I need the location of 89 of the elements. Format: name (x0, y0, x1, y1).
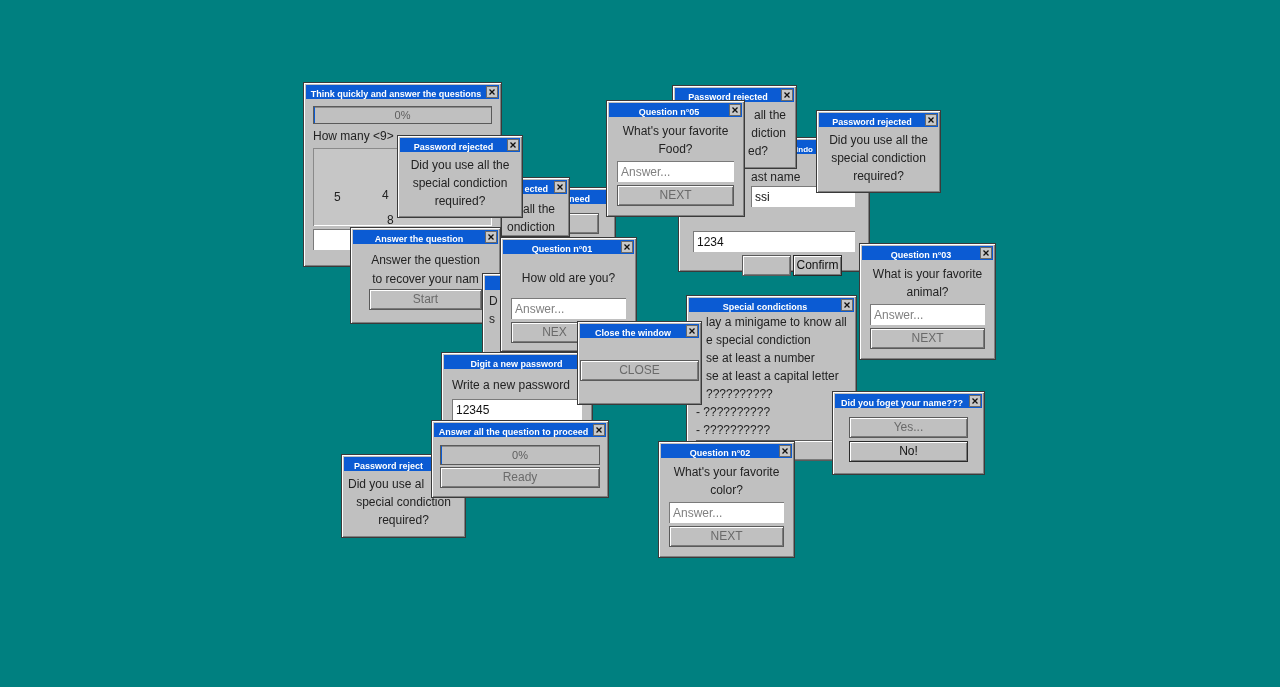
dialog-text: special condiction (355, 494, 452, 511)
window-title: Question n°05 (638, 107, 700, 117)
dialog-button[interactable]: No! (849, 441, 968, 462)
window-title: Did you foget your name??? (841, 398, 963, 408)
dialog-text: s (489, 311, 495, 328)
dialog-text: se at least a number (705, 350, 816, 367)
close-icon (489, 89, 495, 95)
window-title: Password reject (354, 461, 424, 471)
close-icon (784, 92, 790, 98)
close-button[interactable] (980, 247, 992, 259)
window-title: Answer all the question to proceed (438, 427, 589, 437)
window-title: Special condictions (722, 302, 808, 312)
dialog-text: special condiction (411, 175, 509, 192)
dialog-text: special condiction (830, 150, 927, 167)
input-field[interactable]: Answer... (870, 304, 985, 325)
dialog-text: diction (751, 125, 786, 142)
dialog-text: Did you use al (348, 476, 426, 493)
input-field[interactable]: Answer... (511, 298, 626, 319)
input-field[interactable]: 1234 (693, 231, 855, 252)
progress-label: 0% (511, 447, 529, 463)
dialog-text: How many <9> (313, 128, 395, 145)
close-button[interactable] (554, 181, 566, 193)
close-button[interactable] (925, 114, 937, 126)
close-button[interactable] (781, 89, 793, 101)
dialog-text: all the (753, 107, 786, 124)
close-icon (972, 398, 978, 404)
dialog-text: Did you use all the (409, 157, 511, 174)
close-icon (983, 250, 989, 256)
close-icon (510, 142, 516, 148)
close-button[interactable] (779, 445, 791, 457)
close-icon (689, 328, 695, 334)
dialog-text: all the (522, 201, 555, 218)
close-button[interactable] (969, 395, 981, 407)
dialog-button[interactable]: Confirm (793, 255, 842, 276)
dialog-text: ed? (747, 143, 768, 160)
number-text: 5 (334, 189, 341, 206)
close-icon (624, 244, 630, 250)
dialog-text: required? (433, 193, 487, 210)
close-button[interactable] (486, 86, 498, 98)
number-text: 4 (382, 187, 389, 204)
window-title: Question n°01 (531, 244, 593, 254)
close-button[interactable] (507, 139, 519, 151)
dialog-text: lay a minigame to know all (705, 314, 847, 331)
window-title: Think quickly and answer the questions (310, 89, 482, 99)
close-button[interactable] (686, 325, 698, 337)
dialog-text: e special condiction (705, 332, 812, 349)
close-icon (596, 427, 602, 433)
dialog-text: se at least a capital letter (705, 368, 840, 385)
window-title: Password rejected (413, 142, 494, 152)
close-icon (557, 184, 563, 190)
dialog-text: What's your favorite color? (672, 464, 781, 499)
close-button[interactable] (729, 104, 741, 116)
dialog-text: - ?????????? (696, 404, 772, 421)
window-title: indo (796, 145, 813, 154)
dialog-text: to recover your nam (371, 271, 480, 288)
input-field[interactable]: 12345 (452, 399, 582, 420)
window-title: Password rejected (688, 92, 768, 102)
dialog-text: ast name (750, 169, 802, 186)
close-button[interactable] (621, 241, 633, 253)
input-field[interactable]: Answer... (669, 502, 784, 523)
window-title: Digit a new password (470, 359, 563, 369)
close-icon (844, 302, 850, 308)
dialog-text: What's your favorite Food? (621, 123, 730, 158)
progress-label: 0% (393, 107, 412, 123)
close-icon (732, 107, 738, 113)
dialog-text: How old are you? (520, 270, 617, 287)
window-title: ected (524, 184, 548, 194)
dialog-text: ondiction (506, 219, 555, 236)
window-title: need (569, 194, 590, 204)
dialog-text: Write a new password (452, 377, 571, 394)
window-title: Password rejected (832, 117, 912, 127)
close-icon (488, 234, 494, 240)
dialog-text: D (489, 293, 498, 310)
dialog-text: required? (852, 168, 905, 185)
dialog-text: Did you use all the (828, 132, 929, 149)
dialog-text: What is your favorite animal? (871, 266, 984, 301)
close-button[interactable] (593, 424, 605, 436)
window-title: Answer the question (374, 234, 464, 244)
dialog-text: required? (377, 512, 430, 529)
close-icon (782, 448, 788, 454)
close-icon (928, 117, 934, 123)
input-field[interactable]: Answer... (617, 161, 734, 182)
dialog-text: Answer the question (370, 252, 481, 269)
close-button[interactable] (841, 299, 853, 311)
number-text: 8 (387, 212, 394, 229)
window-title: Question n°02 (689, 448, 751, 458)
close-button[interactable] (485, 231, 497, 243)
window-title: Question n°03 (890, 250, 952, 260)
dialog-text: - ?????????? (696, 422, 772, 439)
